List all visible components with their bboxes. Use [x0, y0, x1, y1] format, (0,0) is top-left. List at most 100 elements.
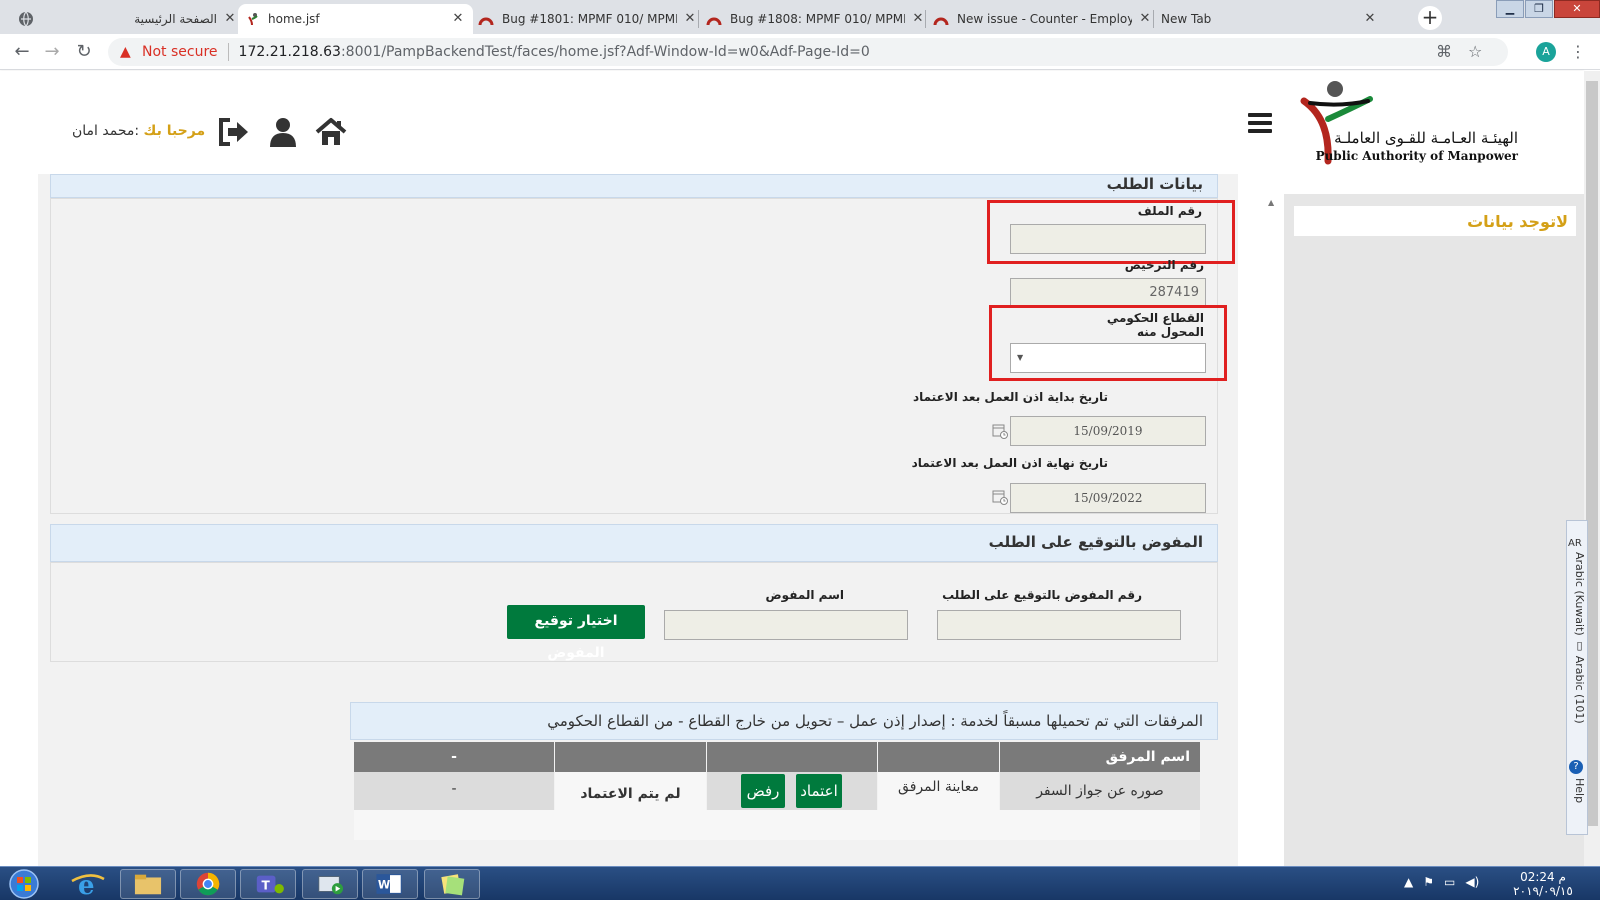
cell-actions [707, 772, 877, 810]
tab-bug-1808[interactable]: Bug #1808: MPMF 010/ MPMF 0 ✕ [698, 4, 933, 34]
right-sidebar: لاتوجد بيانات [1284, 194, 1584, 866]
profile-avatar[interactable]: A [1536, 42, 1556, 62]
no-data-message: لاتوجد بيانات [1294, 206, 1576, 236]
highlight-box-gov-sector [989, 305, 1227, 381]
approve-button[interactable]: اعتماد [796, 774, 842, 808]
request-panel-header: بيانات الطلب [50, 174, 1218, 198]
forward-arrow-icon[interactable]: → [42, 42, 62, 62]
tab-title: الصفحة الرئيسية [134, 12, 217, 26]
hamburger-menu-icon[interactable] [1248, 113, 1272, 133]
signatory-panel-header: المفوض بالتوقيع على الطلب [50, 524, 1218, 562]
reload-icon[interactable]: ↻ [74, 42, 94, 62]
col-header-actions [707, 742, 877, 772]
license-number-input[interactable]: 287419 [1010, 278, 1206, 308]
tab-title: Bug #1801: MPMF 010/ MPMF 0 [502, 12, 677, 26]
reject-button[interactable]: رفض [741, 774, 785, 808]
media-player-icon[interactable] [302, 869, 358, 899]
logo-arabic-text: الهيئـة العـامـة للقـوى العاملـة [1334, 129, 1518, 147]
start-date-input[interactable]: 15/09/2019 [1010, 416, 1206, 446]
url-host: 172.21.218.63 [238, 44, 341, 60]
star-bookmark-icon[interactable]: ☆ [1468, 42, 1482, 61]
signatory-number-input[interactable] [937, 610, 1181, 640]
user-profile-icon[interactable] [266, 115, 300, 149]
sticky-notes-icon[interactable] [424, 869, 480, 899]
translate-icon[interactable]: ⌘ [1436, 42, 1452, 61]
globe-icon [19, 11, 33, 27]
preview-attachment-link[interactable]: معاينة المرفق [878, 772, 999, 810]
signatory-name-input[interactable] [664, 610, 908, 640]
end-date-input[interactable]: 15/09/2022 [1010, 483, 1206, 513]
warning-triangle-icon: ▲ [120, 44, 131, 60]
svg-text:W: W [378, 879, 390, 892]
scroll-up-icon[interactable]: ▲ [1268, 198, 1274, 207]
close-icon[interactable]: ✕ [911, 12, 925, 26]
tab-title: Bug #1808: MPMF 010/ MPMF 0 [730, 12, 905, 26]
windows-start-icon[interactable] [6, 868, 42, 900]
authority-logo[interactable]: الهيئـة العـامـة للقـوى العاملـة Public … [1300, 79, 1530, 169]
logout-icon[interactable] [216, 115, 250, 149]
system-tray: ▲ ⚑ ▭ ◀) [1404, 875, 1479, 895]
welcome-message: مرحبا بك :محمد امان [72, 123, 205, 139]
network-icon[interactable]: ▭ [1444, 875, 1455, 895]
user-name: :محمد امان [72, 123, 140, 139]
address-bar[interactable]: ▲ Not secure 172.21.218.63 :8001/PampBac… [108, 38, 1508, 66]
word-icon[interactable]: W [362, 869, 418, 899]
close-icon[interactable]: ✕ [1363, 12, 1377, 26]
license-number-label: رقم الترخيص [1124, 258, 1204, 272]
close-icon[interactable]: ✕ [683, 12, 697, 26]
back-arrow-icon[interactable]: ← [12, 42, 32, 62]
calendar-icon[interactable] [992, 489, 1008, 505]
calendar-icon[interactable] [992, 423, 1008, 439]
choose-signatory-button[interactable]: اختيار توقيع المفوض [507, 605, 645, 661]
language-code: AR [1568, 538, 1582, 549]
volume-icon[interactable]: ◀) [1465, 875, 1479, 895]
chrome-icon[interactable] [180, 869, 236, 899]
signatory-panel-title: المفوض بالتوقيع على الطلب [988, 533, 1203, 551]
signatory-number-label: رقم المفوض بالتوقيع على الطلب [942, 588, 1142, 602]
tab-title: New Tab [1161, 12, 1212, 26]
browser-toolbar: ← → ↻ ▲ Not secure 172.21.218.63 :8001/P… [0, 34, 1600, 70]
close-icon[interactable]: ✕ [1138, 12, 1152, 26]
tab-home-jsf[interactable]: home.jsf ✕ [238, 4, 473, 34]
home-icon[interactable] [314, 115, 348, 149]
more-menu-icon[interactable]: ⋮ [1570, 42, 1586, 61]
file-explorer-icon[interactable] [120, 869, 176, 899]
taskbar-clock[interactable]: 02:24 م ٢٠١٩/٠٩/١٥ [1508, 870, 1578, 898]
close-window-icon[interactable]: ✕ [1554, 0, 1600, 18]
attachments-header: المرفقات التي تم تحميلها مسبقاً لخدمة : … [350, 702, 1218, 740]
new-tab-button[interactable]: + [1418, 6, 1442, 30]
tab-bug-1801[interactable]: Bug #1801: MPMF 010/ MPMF 0 ✕ [470, 4, 705, 34]
close-icon[interactable]: ✕ [223, 12, 237, 26]
request-panel-title: بيانات الطلب [1106, 175, 1203, 193]
col-header-status [555, 742, 706, 772]
screen: الصفحة الرئيسية ✕ home.jsf ✕ Bug #1801: … [0, 0, 1600, 900]
internet-explorer-icon[interactable]: e [62, 869, 118, 899]
teams-icon[interactable]: T [240, 869, 296, 899]
minimize-icon[interactable]: ▁ [1496, 0, 1524, 18]
browser-tabstrip: الصفحة الرئيسية ✕ home.jsf ✕ Bug #1801: … [0, 0, 1600, 34]
clock-date: ٢٠١٩/٠٩/١٥ [1513, 884, 1573, 898]
app-header: الهيئـة العـامـة للقـوى العاملـة Public … [0, 71, 1584, 174]
clock-time: 02:24 م [1520, 870, 1566, 884]
tab-home-ar[interactable]: الصفحة الرئيسية ✕ [10, 4, 245, 34]
help-icon[interactable]: ? [1569, 760, 1583, 774]
action-center-flag-icon[interactable]: ⚑ [1423, 875, 1434, 895]
welcome-label: مرحبا بك [143, 123, 206, 139]
tab-title: home.jsf [268, 12, 320, 26]
panel-scrollbar[interactable]: ▲ [1266, 194, 1278, 866]
close-icon[interactable]: ✕ [451, 12, 465, 26]
tab-new-tab[interactable]: New Tab ✕ [1153, 4, 1385, 34]
restore-icon[interactable]: ❐ [1525, 0, 1553, 18]
col-header-dash: - [354, 742, 554, 772]
redmine-icon [933, 17, 949, 26]
redmine-icon [706, 17, 722, 26]
tab-new-issue[interactable]: New issue - Counter - Employme ✕ [925, 4, 1160, 34]
show-hidden-icons-icon[interactable]: ▲ [1404, 875, 1413, 895]
not-secure-label: Not secure [142, 44, 218, 60]
redmine-icon [478, 17, 494, 26]
col-header-preview [878, 742, 999, 772]
windows-taskbar: e T W ▲ ⚑ ▭ ◀) 02:24 م ٢٠١٩/٠٩/١٥ [0, 866, 1600, 900]
end-date-label: تاريخ نهاية اذن العمل بعد الاعتماد [911, 456, 1108, 470]
tab-title: New issue - Counter - Employme [957, 12, 1132, 26]
logo-english-text: Public Authority of Manpower [1315, 149, 1518, 163]
